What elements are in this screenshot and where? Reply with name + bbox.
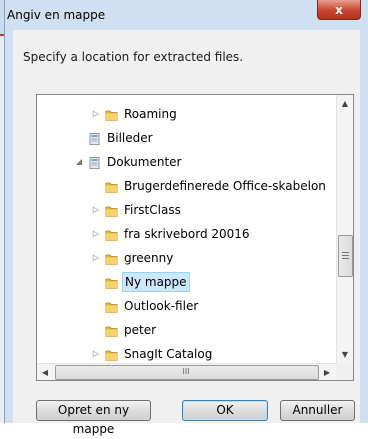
folder-icon (105, 251, 119, 265)
folder-icon (105, 299, 119, 313)
tree-item[interactable]: ▷ fra skrivebord 20016 (37, 223, 335, 245)
instruction-text: Specify a location for extracted files. (23, 50, 244, 64)
library-icon (88, 155, 102, 169)
collapse-arrow-icon[interactable]: ▷ (91, 103, 101, 125)
tree-item-label: SnagIt Catalog (124, 347, 213, 361)
tree-item[interactable]: ▷ greenny (37, 247, 335, 269)
tree-item-label: Billeder (107, 131, 153, 145)
tree-item-label: Outlook-filer (124, 299, 199, 313)
scroll-left-button[interactable]: ◀ (37, 364, 53, 381)
tree-item-label: peter (124, 323, 157, 337)
dialog-body: Specify a location for extracted files. … (13, 30, 360, 436)
tree-item[interactable]: ▷ SnagIt Catalog (37, 343, 335, 363)
collapse-arrow-icon[interactable]: ▷ (91, 247, 101, 269)
tree-item-label: FirstClass (124, 203, 181, 217)
horizontal-scrollbar[interactable]: ◀ III ▶ (37, 363, 336, 380)
tree-item-label: Brugerdefinerede Office-skabelon (124, 179, 326, 193)
tree-item[interactable]: peter (37, 319, 335, 341)
folder-icon (105, 203, 119, 217)
folder-icon (105, 107, 119, 121)
folder-dialog: Angiv en mappe x Specify a location for … (4, 0, 368, 436)
grip-line (342, 252, 349, 253)
scroll-up-button[interactable]: ▲ (337, 95, 353, 112)
folder-icon (105, 227, 119, 241)
tree-item-label: greenny (124, 251, 174, 265)
close-icon: x (335, 2, 343, 17)
vertical-scroll-thumb[interactable] (338, 235, 353, 277)
tree-item[interactable]: Brugerdefinerede Office-skabelon (37, 175, 335, 197)
vertical-scrollbar[interactable]: ▲ ▼ (336, 95, 353, 363)
tree-item-label: Roaming (124, 107, 177, 121)
new-folder-button[interactable]: Opret en ny mappe (36, 400, 151, 436)
tree-item[interactable]: ◢ Dokumenter (37, 151, 335, 173)
ok-button[interactable]: OK (182, 400, 268, 421)
tree-view[interactable]: ▷ Roaming Billeder ◢ Dokumenter Brugerdefiner… (37, 95, 335, 363)
cancel-button[interactable]: Annuller (280, 400, 355, 421)
folder-icon (105, 275, 119, 289)
tree-item[interactable]: Billeder (37, 127, 335, 149)
collapse-arrow-icon[interactable]: ▷ (91, 223, 101, 245)
scroll-right-button[interactable]: ▶ (319, 364, 335, 381)
library-icon (88, 131, 102, 145)
tree-item[interactable]: ▷ Roaming (37, 103, 335, 125)
folder-icon (105, 347, 119, 361)
collapse-arrow-icon[interactable]: ▷ (91, 343, 101, 363)
close-button[interactable]: x (317, 0, 361, 20)
grip-line (342, 258, 349, 259)
folder-icon (105, 179, 119, 193)
scroll-corner (336, 363, 353, 380)
scroll-down-button[interactable]: ▼ (337, 346, 353, 363)
tree-item[interactable]: ▷ FirstClass (37, 199, 335, 221)
title-bar[interactable]: Angiv en mappe x (5, 0, 368, 30)
expand-arrow-icon[interactable]: ◢ (74, 151, 84, 173)
tree-item[interactable]: Ny mappe (37, 271, 335, 293)
tree-item-label: Ny mappe (122, 272, 190, 292)
tree-item[interactable]: Outlook-filer (37, 295, 335, 317)
tree-item-label: fra skrivebord 20016 (124, 227, 250, 241)
grip-line (342, 255, 349, 256)
folder-icon (105, 323, 119, 337)
folder-tree: ▷ Roaming Billeder ◢ Dokumenter Brugerdefiner… (36, 94, 354, 381)
dialog-title: Angiv en mappe (7, 8, 106, 22)
horizontal-scroll-thumb[interactable]: III (55, 365, 319, 380)
collapse-arrow-icon[interactable]: ▷ (91, 199, 101, 221)
grip-icon: III (182, 367, 190, 376)
tree-item-label: Dokumenter (107, 155, 182, 169)
